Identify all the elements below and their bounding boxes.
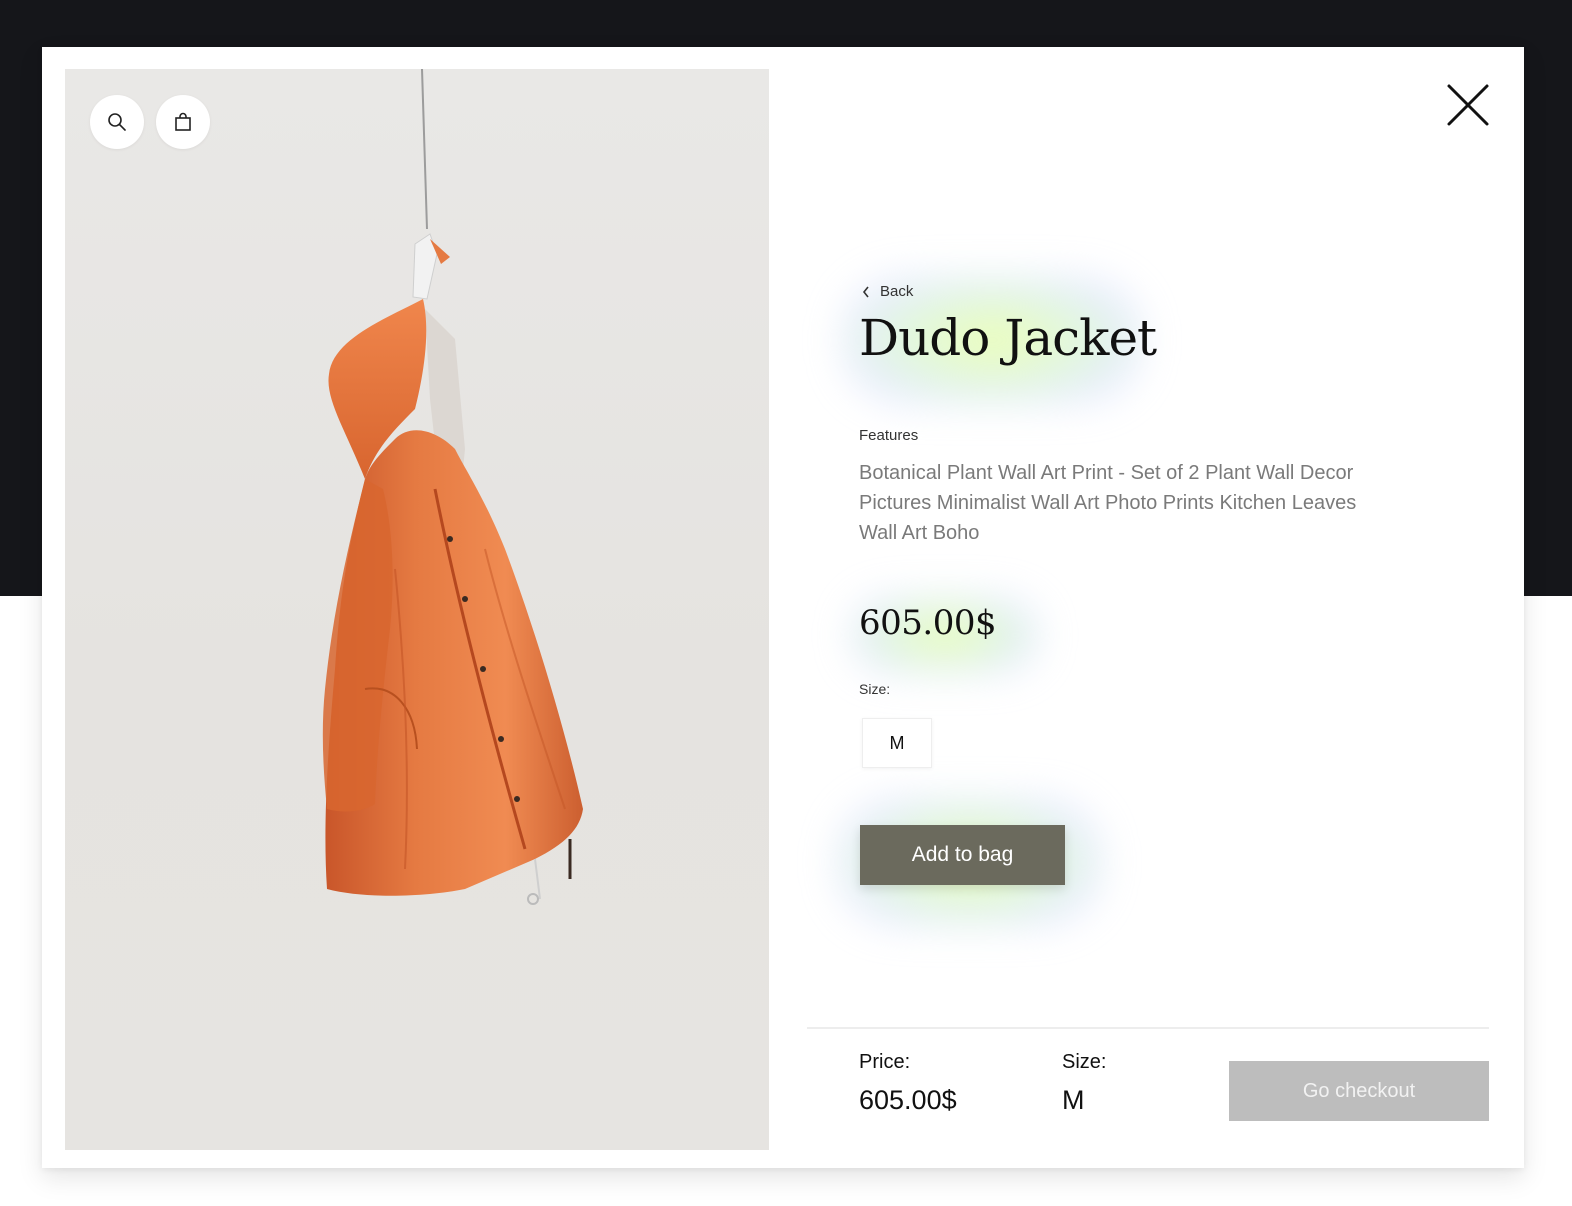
summary-price-label: Price: <box>859 1051 911 1073</box>
summary-size-value: M <box>1062 1085 1085 1115</box>
size-option-selected[interactable]: M <box>862 718 932 768</box>
summary-price-value: 605.00$ <box>859 1085 957 1115</box>
features-description: Botanical Plant Wall Art Print - Set of … <box>859 462 1357 544</box>
add-to-bag-button[interactable]: Add to bag <box>860 825 1065 885</box>
product-title: Dudo Jacket <box>859 309 1157 367</box>
shopping-bag-icon <box>175 112 191 131</box>
chevron-left-icon <box>862 286 869 297</box>
back-label: Back <box>880 283 914 300</box>
bag-button[interactable] <box>156 95 210 149</box>
product-image <box>65 69 769 1150</box>
close-icon <box>1447 84 1489 126</box>
jacket-illustration <box>322 69 583 905</box>
search-icon <box>108 113 126 131</box>
close-button[interactable] <box>1445 82 1491 128</box>
product-quick-view-modal: Back Dudo Jacket Features Botanical Plan… <box>42 47 1524 1168</box>
back-link[interactable]: Back <box>862 283 913 300</box>
go-checkout-button[interactable]: Go checkout <box>1229 1061 1489 1121</box>
summary-divider <box>807 1027 1489 1029</box>
search-button[interactable] <box>90 95 144 149</box>
features-label: Features <box>859 427 919 444</box>
summary-size-label: Size: <box>1062 1051 1107 1073</box>
product-price: 605.00$ <box>859 603 997 643</box>
size-label: Size: <box>859 681 891 697</box>
